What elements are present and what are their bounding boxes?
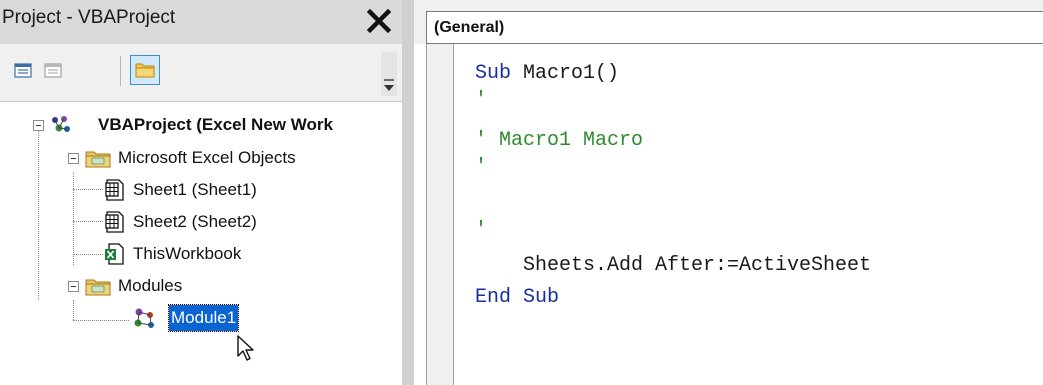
tree-node-label: Module1 — [167, 304, 240, 332]
code-line: ' Macro1 Macro — [475, 129, 644, 152]
toolbar-separator — [120, 56, 121, 86]
project-tree: VBAProject (Excel New Work Microsoft Exc… — [0, 102, 402, 385]
worksheet-icon — [105, 179, 124, 201]
view-object-icon — [44, 63, 62, 78]
collapse-toggle[interactable] — [68, 153, 79, 164]
toolbar-overflow-scroll[interactable] — [381, 52, 397, 96]
toggle-folders-button[interactable] — [130, 55, 160, 85]
view-object-button[interactable] — [40, 57, 66, 83]
code-line: Sheets.Add After:=ActiveSheet — [475, 254, 872, 277]
tree-node-label: Microsoft Excel Objects — [118, 148, 296, 167]
collapse-toggle[interactable] — [68, 281, 79, 292]
tree-node-label: VBAProject (Excel New Work — [98, 115, 333, 134]
code-text: Macro1() — [511, 62, 620, 85]
folder-icon — [85, 279, 111, 296]
project-explorer-title: Project - VBAProject — [2, 7, 176, 28]
code-line: ' — [475, 219, 488, 242]
object-dropdown-value: (General) — [434, 19, 505, 36]
close-icon — [366, 8, 392, 34]
minus-icon — [71, 158, 76, 159]
collapse-toggle[interactable] — [33, 120, 44, 131]
code-margin-indicator-bar[interactable] — [426, 44, 454, 385]
code-editor[interactable]: Sub Macro1() ' ' Macro1 Macro ' ' Sheets… — [454, 44, 1043, 385]
view-code-icon — [14, 63, 32, 78]
minus-icon — [36, 125, 41, 126]
minus-icon — [71, 286, 76, 287]
chevron-down-icon — [384, 79, 394, 91]
close-button[interactable] — [366, 8, 392, 34]
object-dropdown[interactable]: (General) — [426, 11, 1043, 44]
tree-connector — [73, 189, 103, 190]
tree-node-label: ThisWorkbook — [133, 244, 242, 263]
tree-connector — [73, 300, 74, 320]
code-line: ' — [475, 89, 488, 112]
panel-splitter[interactable] — [402, 0, 414, 385]
vba-project-icon — [52, 116, 70, 132]
tree-node-label: Sheet1 (Sheet1) — [133, 180, 257, 199]
tree-node-label: Modules — [118, 276, 183, 295]
project-explorer-toolbar — [0, 44, 402, 102]
code-window: (General) Sub Macro1() ' ' Macro1 Macro … — [414, 0, 1043, 385]
tree-connector — [73, 221, 103, 222]
code-line: ' — [475, 156, 488, 179]
workbook-icon — [105, 243, 124, 265]
tree-connector — [73, 172, 74, 265]
folder-icon — [135, 63, 155, 78]
module-icon — [134, 308, 154, 328]
tree-node-label: Sheet2 (Sheet2) — [133, 212, 257, 231]
tree-connector — [38, 130, 39, 300]
worksheet-icon — [105, 211, 124, 233]
project-explorer-titlebar: Project - VBAProject — [0, 0, 402, 44]
view-code-button[interactable] — [10, 57, 36, 83]
project-explorer-panel: Project - VBAProject VBAProject (Excel N… — [0, 0, 402, 385]
tree-connector — [73, 320, 129, 321]
code-line: Sub Macro1() — [475, 62, 619, 85]
tree-connector — [73, 254, 103, 255]
folder-icon — [85, 151, 111, 168]
mouse-pointer-icon — [237, 335, 254, 361]
code-keyword: Sub — [475, 62, 512, 85]
code-window-header: (General) — [414, 0, 1043, 44]
code-line: End Sub — [475, 286, 560, 309]
